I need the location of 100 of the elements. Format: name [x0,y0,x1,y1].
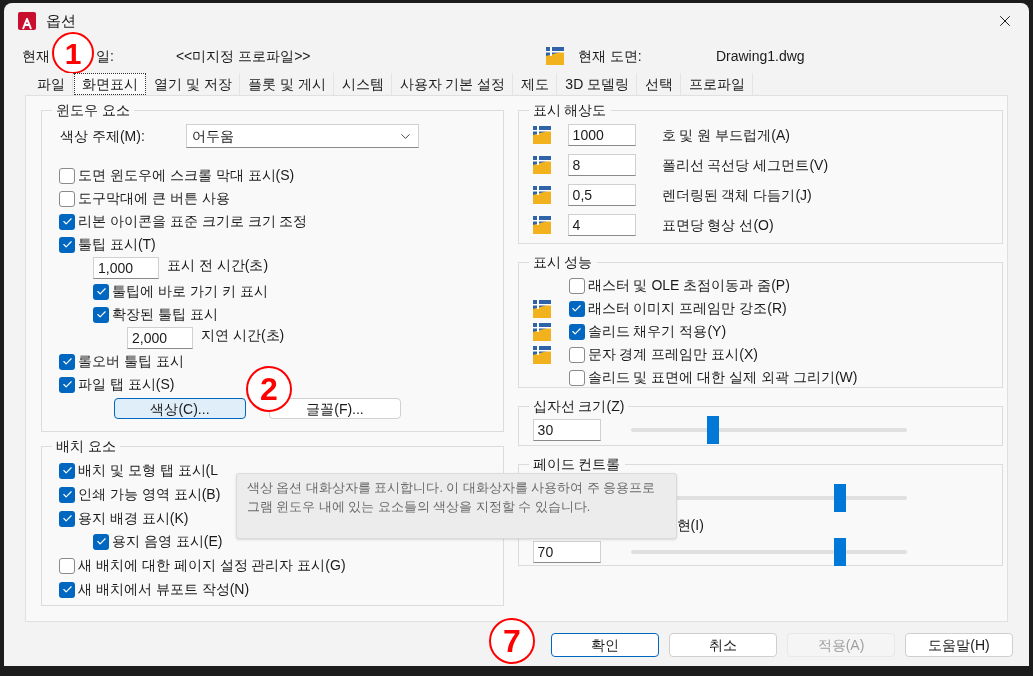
checkbox-label: 래스터 및 OLE 초점이동과 줌(P) [587,276,790,295]
checkbox[interactable] [59,167,75,184]
drawing-icon [532,322,551,341]
check-icon [61,379,73,390]
check-icon [61,465,73,476]
drawing-icon [532,186,551,204]
number-field[interactable]: 2,000 [127,327,193,349]
check-icon [571,303,583,314]
field-label: 표시 전 시간(초) [167,255,269,275]
number-field[interactable]: 0,5 [567,184,636,206]
drawing-icon [532,156,551,174]
profile-label: 일: [96,46,114,66]
checkbox[interactable] [59,213,75,230]
checkbox[interactable] [59,510,75,527]
checkbox[interactable] [93,283,109,300]
dialog-button[interactable]: 취소 [669,633,777,657]
checkbox-label: 인쇄 가능 영역 표시(B) [78,485,221,504]
callout-number: 2 [246,366,292,412]
slider-thumb[interactable] [834,484,847,512]
number-field[interactable]: 8 [567,154,636,176]
check-icon [571,326,583,337]
checkbox-label: 솔리드 및 표면에 대한 실제 외곽 그리기(W) [587,368,858,387]
drawing-icon [532,126,551,144]
theme-dropdown[interactable]: 어두움 [186,124,419,148]
checkbox-label: 새 배치에 대한 페이지 설정 관리자 표시(G) [78,556,346,575]
tooltip: 색상 옵션 대화상자를 표시합니다. 이 대화상자를 사용하여 주 응용프로그램 윈도우 내에 있는 요소들의 색상을 지정할 수 있습니다. [236,473,677,539]
drawing-icon [532,216,551,234]
drawing-label: 현재 도면: [577,46,643,66]
checkbox[interactable] [93,533,109,550]
group-title: 윈도우 요소 [55,101,131,120]
check-icon [95,309,107,320]
field-label: 렌더링된 객체 다듬기(J) [661,185,812,205]
drawing-icon [532,345,551,364]
checkbox[interactable] [59,376,75,393]
number-field[interactable]: 70 [532,541,601,563]
checkbox[interactable] [59,486,75,503]
checkbox[interactable] [568,369,585,386]
group-title: 페이드 컨트롤 [531,455,622,474]
group-title: 표시 성능 [531,253,594,272]
checkbox[interactable] [93,306,109,323]
check-icon [61,216,73,227]
check-icon [61,489,73,500]
group-title: 표시 해상도 [531,101,608,120]
number-field[interactable]: 1000 [567,124,636,146]
number-field[interactable]: 30 [532,419,601,441]
profile-value: <<미지정 프로파일>> [175,46,312,66]
field-label: 현(I) [676,516,704,535]
checkbox-label: 래스터 이미지 프레임만 강조(R) [587,299,787,318]
checkbox[interactable] [59,236,75,253]
checkbox-label: 용지 음영 표시(E) [112,532,223,551]
checkbox-label: 솔리드 채우기 적용(Y) [587,322,727,341]
profile-label: 현재 [22,46,50,66]
checkbox-label: 문자 경계 프레임만 표시(X) [587,345,758,364]
number-field[interactable]: 1,000 [93,257,159,279]
check-icon [95,286,107,297]
checkbox-label: 도면 윈도우에 스크롤 막대 표시(S) [78,166,295,185]
drawing-icon [545,47,564,65]
dialog-button: 적용(A) [787,633,895,657]
checkbox-label: 배치 및 모형 탭 표시(L [78,461,218,480]
drawing-value: Drawing1.dwg [715,46,805,66]
group-title: 십자선 크기(Z) [531,397,626,416]
slider-thumb[interactable] [707,416,720,444]
number-field[interactable]: 4 [567,214,636,236]
callout-number: 1 [52,32,94,74]
slider-thumb[interactable] [834,538,847,566]
checkbox[interactable] [59,353,75,370]
dialog-button[interactable]: 확인 [551,633,659,657]
group-title: 배치 요소 [55,437,117,456]
checkbox[interactable] [59,190,75,207]
checkbox-label: 툴팁 표시(T) [78,235,156,254]
checkbox[interactable] [59,557,75,574]
window-title: 옵션 [46,10,76,31]
checkbox-label: 용지 배경 표시(K) [78,509,189,528]
tab[interactable]: 화면표시 [74,73,146,95]
check-icon [61,356,73,367]
checkbox[interactable] [568,323,585,340]
drawing-icon [532,299,551,318]
check-icon [95,536,107,547]
field-label: 폴리선 곡선당 세그먼트(V) [661,155,829,175]
app-logo-icon [18,12,36,30]
check-icon [61,239,73,250]
checkbox[interactable] [568,346,585,363]
check-icon [61,513,73,524]
field-label: 호 및 원 부드럽게(A) [661,125,790,145]
checkbox[interactable] [568,277,585,294]
callout-number: 7 [489,618,535,664]
checkbox-label: 확장된 툴팁 표시 [112,305,218,324]
checkbox[interactable] [59,462,75,479]
dialog-button[interactable]: 도움말(H) [905,633,1013,657]
field-label: 표면당 형상 선(O) [661,215,774,235]
checkbox-label: 롤오버 툴팁 표시 [78,352,184,371]
checkbox-label: 리본 아이콘을 표준 크기로 크기 조정 [78,212,308,231]
checkbox-label: 새 배치에서 뷰포트 작성(N) [78,580,250,599]
field-label: 지연 시간(초) [201,325,285,345]
checkbox-label: 툴팁에 바로 가기 키 표시 [112,282,268,301]
checkbox[interactable] [568,300,585,317]
checkbox[interactable] [59,581,75,598]
check-icon [61,584,73,595]
checkbox-label: 파일 탭 표시(S) [78,375,175,394]
option-button[interactable]: 색상(C)... [114,398,246,419]
